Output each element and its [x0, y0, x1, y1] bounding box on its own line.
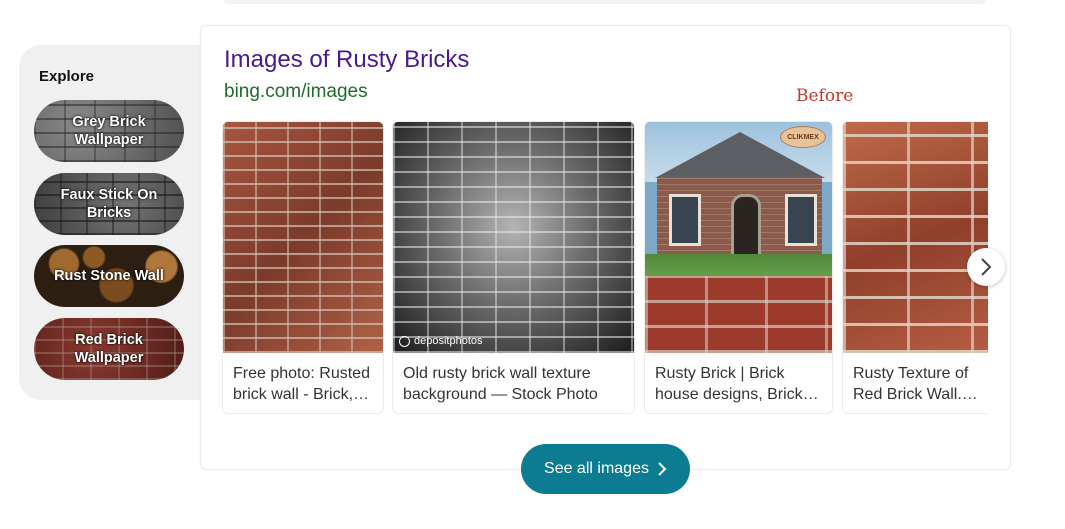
carousel-next-button[interactable]: [967, 248, 1005, 286]
explore-item-grey-brick-wallpaper[interactable]: Grey Brick Wallpaper: [34, 100, 184, 162]
depositphotos-logo-icon: [399, 335, 410, 347]
image-result[interactable]: CLIKMEX Rusty Brick | Brick house design…: [644, 121, 833, 414]
thumb-lawn: [645, 254, 832, 278]
thumb-door: [731, 194, 761, 262]
explore-item-label: Red Brick Wallpaper: [74, 332, 144, 366]
source-url: bing.com/images: [224, 81, 368, 102]
explore-item-label: Grey Brick Wallpaper: [72, 114, 146, 148]
explore-item-faux-stick-on-bricks[interactable]: Faux Stick On Bricks: [34, 173, 184, 235]
watermark: depositphotos: [399, 335, 483, 347]
image-caption: Free photo: Rusted brick wall - Brick, W…: [233, 365, 370, 403]
image-carousel: Free photo: Rusted brick wall - Brick, W…: [222, 121, 988, 417]
watermark-text: depositphotos: [414, 335, 483, 347]
explore-item-label: Rust Stone Wall: [54, 268, 164, 284]
thumb-window: [669, 194, 701, 246]
thumb-brick-wall: [645, 276, 832, 353]
explore-title: Explore: [39, 68, 95, 85]
image-caption: Rusty Brick | Brick house designs, Brick…: [655, 365, 803, 403]
top-divider: [224, 0, 986, 4]
image-result[interactable]: depositphotos Old rusty brick wall textu…: [392, 121, 635, 414]
before-annotation: Before: [796, 86, 854, 106]
see-all-images-button[interactable]: See all images: [521, 444, 690, 494]
explore-item-rust-stone-wall[interactable]: Rust Stone Wall: [34, 245, 184, 307]
image-caption: Rusty Texture of Red Brick Wall. Stock P…: [853, 365, 969, 403]
card-title-link[interactable]: Images of Rusty Bricks: [224, 46, 469, 74]
explore-item-label: Faux Stick On Bricks: [60, 187, 158, 221]
image-thumbnail: [843, 122, 988, 353]
chevron-right-icon: [658, 462, 667, 476]
chevron-right-icon: [981, 258, 992, 276]
see-all-label: See all images: [544, 460, 649, 477]
image-thumbnail: [223, 122, 383, 353]
image-result[interactable]: Free photo: Rusted brick wall - Brick, W…: [222, 121, 384, 414]
image-thumbnail: depositphotos: [393, 122, 634, 353]
image-thumbnail: CLIKMEX: [645, 122, 832, 353]
brand-badge: CLIKMEX: [780, 126, 826, 148]
image-caption: Old rusty brick wall texture background …: [403, 365, 598, 403]
thumb-window: [785, 194, 817, 246]
explore-item-red-brick-wallpaper[interactable]: Red Brick Wallpaper: [34, 318, 184, 380]
